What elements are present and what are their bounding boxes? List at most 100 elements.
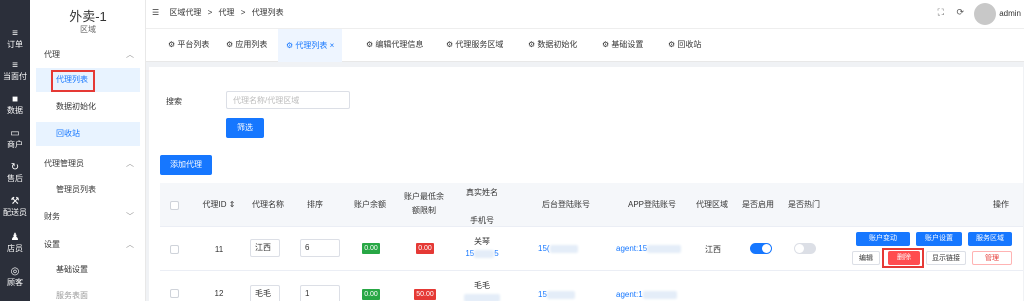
chevron-up-icon: ︿ (126, 240, 134, 249)
balance-tag: 0.00 (362, 243, 380, 254)
tab-icon: ⚙ (602, 40, 612, 49)
group-label: 财务 (44, 212, 60, 221)
tab-data-init[interactable]: ⚙ 数据初始化 (528, 39, 577, 50)
cell-id: 12 (214, 289, 224, 298)
tab-icon: ⚙ (668, 40, 678, 49)
fullscreen-icon[interactable]: ⛶ (938, 7, 944, 17)
name-input[interactable]: 毛毛 (250, 285, 280, 301)
clerk-icon: ♟ (10, 232, 20, 243)
tab-label: 回收站 (677, 40, 702, 49)
app-subtitle: 区域 (80, 25, 96, 34)
sub-sidebar: 外卖-1 区域 代理 ︿ 代理列表 数据初始化 回收站 代理管理员 ︿ 管理员列表 … (30, 0, 146, 301)
breadcrumb-item[interactable]: 区域代理 (169, 8, 201, 17)
select-all-checkbox[interactable] (170, 201, 179, 210)
tab-icon: ⚙ (446, 40, 456, 49)
chevron-down-icon: ﹀ (126, 212, 134, 221)
col-id-label: 代理ID (202, 200, 227, 209)
rail-item-aftersale[interactable]: ↻ 售后 (0, 162, 30, 184)
rail-label: 店员 (7, 244, 23, 253)
rail-label: 配送员 (3, 208, 27, 217)
rail-item-orders[interactable]: ≡ 订单 (0, 28, 30, 50)
show-link-button[interactable]: 显示链接 (926, 251, 966, 265)
sidebar-item-admin-list[interactable]: 管理员列表 (36, 178, 140, 202)
group-finance[interactable]: 财务 ﹀ (44, 211, 140, 222)
edit-button[interactable]: 编辑 (852, 251, 880, 265)
pay-icon: ≡ (12, 60, 18, 71)
top-header: ☰ 区域代理 > 代理 > 代理列表 ⛶ ⟳ admin (146, 0, 1024, 28)
col-enabled: 是否启用 (742, 200, 774, 209)
add-agent-button[interactable]: 添加代理 (160, 155, 212, 175)
service-area-button[interactable]: 服务区域 (968, 232, 1012, 246)
close-icon[interactable]: × (330, 41, 335, 50)
account-settings-button[interactable]: 账户设置 (916, 232, 962, 246)
breadcrumb-sep: > (207, 8, 213, 17)
col-region: 代理区域 (696, 200, 728, 209)
account-change-button[interactable]: 账户变动 (856, 232, 910, 246)
balance-tag: 0.00 (362, 289, 380, 300)
rail-label: 商户 (7, 140, 23, 149)
rail-item-courier[interactable]: ⚒ 配送员 (0, 196, 30, 218)
sidebar-item-service[interactable]: 服务表面 (36, 284, 140, 301)
tab-icon: ⚙ (286, 41, 296, 50)
group-settings[interactable]: 设置 ︿ (44, 239, 140, 250)
col-id[interactable]: 代理ID ⇕ (194, 198, 244, 212)
sidebar-item-basic-settings[interactable]: 基础设置 (36, 258, 140, 282)
group-agent[interactable]: 代理 ︿ (44, 49, 140, 60)
username[interactable]: admin (999, 9, 1021, 18)
merchant-icon: ▭ (10, 128, 20, 139)
row-checkbox[interactable] (170, 289, 179, 298)
tab-label: 数据初始化 (537, 40, 578, 49)
breadcrumb-sep: > (240, 8, 246, 17)
cell-backend-account: 15 (538, 290, 598, 299)
sort-input[interactable]: 6 (300, 239, 340, 257)
manage-button[interactable]: 管理 (972, 251, 1012, 265)
rail-item-face-pay[interactable]: ≡ 当面付 (0, 60, 30, 82)
enabled-toggle[interactable] (750, 243, 772, 254)
menu-toggle-icon[interactable]: ☰ (152, 8, 159, 17)
breadcrumb-item[interactable]: 代理 (219, 8, 235, 17)
tab-service-area[interactable]: ⚙ 代理服务区域 (446, 39, 503, 50)
row-checkbox[interactable] (170, 245, 179, 254)
group-agent-admin[interactable]: 代理管理员 ︿ (44, 158, 140, 169)
redacted-blur (464, 293, 500, 301)
toggle-knob (795, 244, 804, 253)
tab-recycle-bin[interactable]: ⚙ 回收站 (668, 39, 701, 50)
highlight-box (882, 248, 924, 268)
search-label: 搜索 (166, 97, 182, 106)
col-hot: 是否热门 (788, 200, 820, 209)
refresh-icon[interactable]: ⟳ (956, 7, 964, 17)
backend-account-text: 15( (538, 244, 550, 253)
sort-input[interactable]: 1 (300, 285, 340, 301)
tab-platform-list[interactable]: ⚙ 平台列表 (168, 39, 209, 50)
tab-app-list[interactable]: ⚙ 应用列表 (226, 39, 267, 50)
sort-icon[interactable]: ⇕ (229, 200, 236, 209)
tab-label: 平台列表 (177, 40, 210, 49)
search-input[interactable] (226, 91, 350, 109)
redacted-blur (647, 244, 682, 253)
cell-id: 11 (214, 245, 224, 254)
rail-item-data[interactable]: ■ 数据 (0, 94, 30, 116)
name-input[interactable]: 江西 (250, 239, 280, 257)
tab-icon: ⚙ (528, 40, 538, 49)
tab-basic-settings[interactable]: ⚙ 基础设置 (602, 39, 643, 50)
breadcrumb: ☰ 区域代理 > 代理 > 代理列表 (152, 7, 288, 18)
backend-account-text: 15 (538, 290, 547, 299)
rail-item-customer[interactable]: ◎ 顾客 (0, 266, 30, 288)
tab-edit-agent[interactable]: ⚙ 编辑代理信息 (366, 39, 423, 50)
cell-app-account: agent:1 (616, 290, 696, 299)
tab-icon: ⚙ (366, 40, 376, 49)
sidebar-item-data-init[interactable]: 数据初始化 (36, 95, 140, 119)
left-rail: ≡ 订单 ≡ 当面付 ■ 数据 ▭ 商户 ↻ 售后 ⚒ 配送员 ♟ 店员 ◎ 顾客 (0, 0, 30, 301)
table-header: 代理ID ⇕ 代理名称 排序 账户余额 账户最低余 额限制 真实姓名 手机号 后台登… (160, 183, 1023, 227)
rail-label: 顾客 (7, 278, 23, 287)
hot-toggle[interactable] (794, 243, 816, 254)
avatar[interactable] (974, 3, 996, 25)
rail-item-clerk[interactable]: ♟ 店员 (0, 232, 30, 254)
tab-agent-list[interactable]: ⚙ 代理列表 × (278, 29, 343, 62)
sidebar-item-recycle[interactable]: 回收站 (36, 122, 140, 146)
cell-realname: 毛毛 (474, 281, 490, 290)
rail-item-merchant[interactable]: ▭ 商户 (0, 128, 30, 150)
redacted-blur (549, 244, 578, 253)
col-actions: 操作 (993, 200, 1009, 209)
filter-button[interactable]: 筛选 (226, 118, 264, 138)
